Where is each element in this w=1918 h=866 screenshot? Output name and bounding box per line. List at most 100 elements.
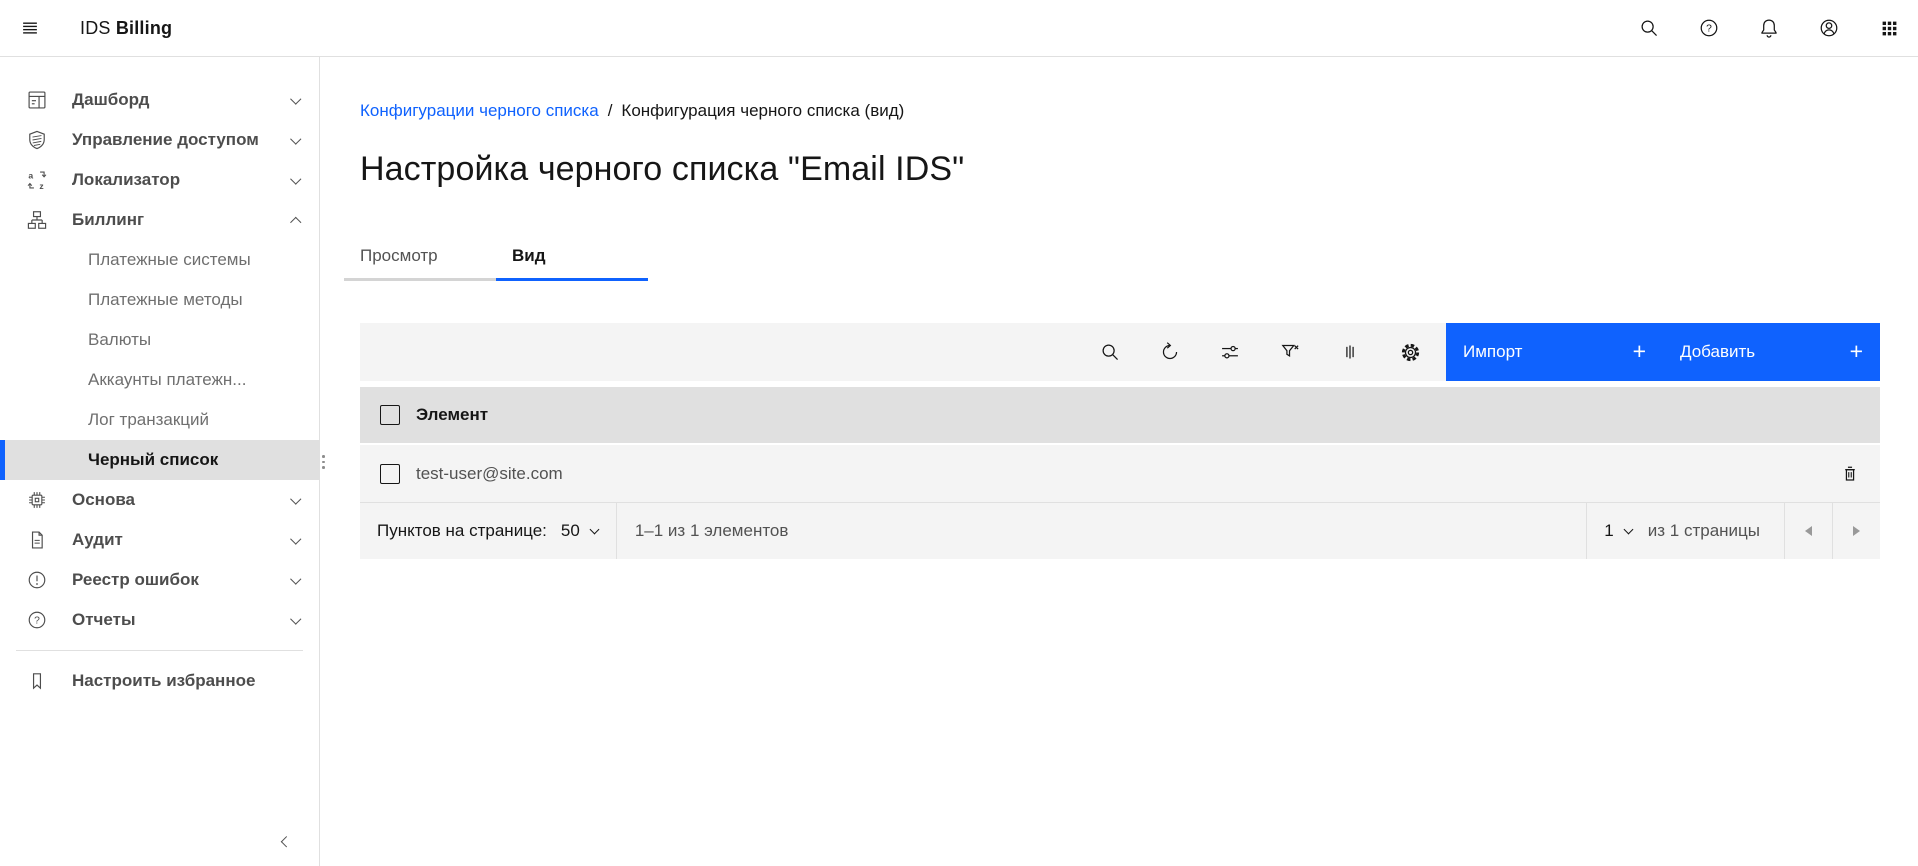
table-search-button[interactable] [1086,323,1134,381]
pagination-bar: Пунктов на странице: 50 1–1 из 1 элемент… [360,503,1880,559]
pagination-range-text: 1–1 из 1 элементов [634,521,789,540]
app-switcher-icon [1879,18,1900,39]
items-per-page-select[interactable]: 50 [560,521,600,541]
chevron-down-icon [289,533,301,544]
tab-view-list[interactable]: Просмотр [344,233,496,281]
items-per-page-label: Пунктов на странице: [377,521,547,540]
column-settings-button[interactable] [1326,323,1374,381]
table-settings-button[interactable] [1386,323,1434,381]
svg-text:?: ? [1706,24,1712,35]
add-button-label: Добавить [1680,342,1756,361]
app-switcher-button[interactable] [1865,4,1913,52]
chevron-down-icon [289,173,301,184]
breadcrumb-link[interactable]: Конфигурации черного списка [360,101,599,121]
chip-icon [26,489,48,511]
chevron-down-icon [289,93,301,104]
sidebar-item-label: Дашборд [72,90,150,109]
tab-label: Просмотр [360,245,438,265]
svg-text:z: z [39,181,43,191]
bell-icon [1758,17,1780,39]
sidebar-item-favorites[interactable]: Настроить избранное [0,661,319,701]
sidebar-item-label: Аудит [72,530,123,549]
sidebar-resize-handle[interactable] [322,455,325,469]
tab-view[interactable]: Вид [496,233,648,281]
sidebar-subitem-blacklist[interactable]: Черный список [0,440,319,480]
chevron-down-icon [289,573,301,584]
search-icon [1638,17,1660,39]
hamburger-icon [19,17,41,39]
brand-suffix: Billing [115,17,173,38]
table-toolbar: Импорт + Добавить + [360,323,1880,381]
table-header-row: Элемент [360,387,1880,445]
filter-remove-icon [1279,341,1301,363]
sidebar-item-localizer[interactable]: a z Локализатор [0,160,319,200]
app-brand: IDS Billing [80,18,172,39]
chevron-down-icon [1623,524,1634,535]
document-icon [26,529,48,551]
delete-row-button[interactable] [1826,450,1874,498]
settings-adjust-button[interactable] [1206,323,1254,381]
sidebar-item-audit[interactable]: Аудит [0,520,319,560]
add-button[interactable]: Добавить + [1663,323,1880,381]
refresh-button[interactable] [1146,323,1194,381]
sidebar-item-label: Основа [72,490,136,509]
sidebar-subitem-label: Аккаунты платежн... [88,370,247,389]
sidebar-subitem-transaction-log[interactable]: Лог транзакций [0,400,319,440]
select-all-checkbox[interactable] [380,405,400,425]
total-pages-text: из 1 страницы [1647,521,1760,540]
shield-icon [26,129,48,151]
import-button[interactable]: Импорт + [1446,323,1663,381]
sidebar-item-error-registry[interactable]: Реестр ошибок [0,560,319,600]
sidebar-item-label: Настроить избранное [72,671,256,690]
search-icon [1099,341,1121,363]
refresh-icon [1159,341,1181,363]
svg-text:a: a [28,170,33,180]
user-icon [1818,17,1840,39]
sidebar-item-label: Биллинг [72,210,145,229]
chevron-down-icon [289,613,301,624]
sidebar-subitem-label: Платежные системы [88,250,251,269]
plus-icon: + [1632,337,1646,364]
row-checkbox[interactable] [380,463,400,484]
chevron-down-icon [589,524,600,535]
sidebar-subitem-currencies[interactable]: Валюты [0,320,319,360]
help-icon: ? [1698,17,1720,39]
notifications-button[interactable] [1745,4,1793,52]
next-page-button[interactable] [1832,503,1880,559]
menu-button[interactable] [2,0,58,56]
sidebar-item-access-management[interactable]: Управление доступом [0,120,319,160]
sidebar-submenu-billing: Платежные системы Платежные методы Валют… [0,240,319,480]
sidebar-item-label: Локализатор [72,170,181,189]
sidebar-subitem-payment-accounts[interactable]: Аккаунты платежн... [0,360,319,400]
sidebar-item-label: Управление доступом [72,130,259,149]
clear-filters-button[interactable] [1266,323,1314,381]
sidebar-collapse-button[interactable] [267,822,307,862]
translate-icon: a z [26,169,48,191]
table-row[interactable]: test-user@site.com [360,445,1880,503]
items-per-page-value: 50 [560,521,580,540]
previous-page-button[interactable] [1784,503,1832,559]
header-actions: ? [1613,4,1918,52]
tab-label: Вид [512,245,546,265]
page-number-select[interactable]: 1 [1587,521,1647,541]
sidebar-subitem-payment-methods[interactable]: Платежные методы [0,280,319,320]
flow-icon [26,209,48,231]
bookmark-icon [26,670,48,692]
sidebar-item-billing[interactable]: Биллинг [0,200,319,240]
chevron-down-icon [289,493,301,504]
top-header: IDS Billing ? [0,0,1918,57]
report-help-icon: ? [26,609,48,631]
columns-icon [1339,341,1361,363]
search-button[interactable] [1625,4,1673,52]
breadcrumb-separator: / [607,101,613,120]
trash-icon [1839,463,1861,485]
sidebar-item-dashboard[interactable]: Дашборд [0,80,319,120]
import-button-label: Импорт [1463,342,1523,361]
help-button[interactable]: ? [1685,4,1733,52]
account-button[interactable] [1805,4,1853,52]
data-table: Импорт + Добавить + Элемент test-user@si… [360,323,1880,559]
sidebar-subitem-payment-systems[interactable]: Платежные системы [0,240,319,280]
brand-prefix: IDS [80,17,111,38]
sidebar-item-reports[interactable]: ? Отчеты [0,600,319,640]
sidebar-item-core[interactable]: Основа [0,480,319,520]
